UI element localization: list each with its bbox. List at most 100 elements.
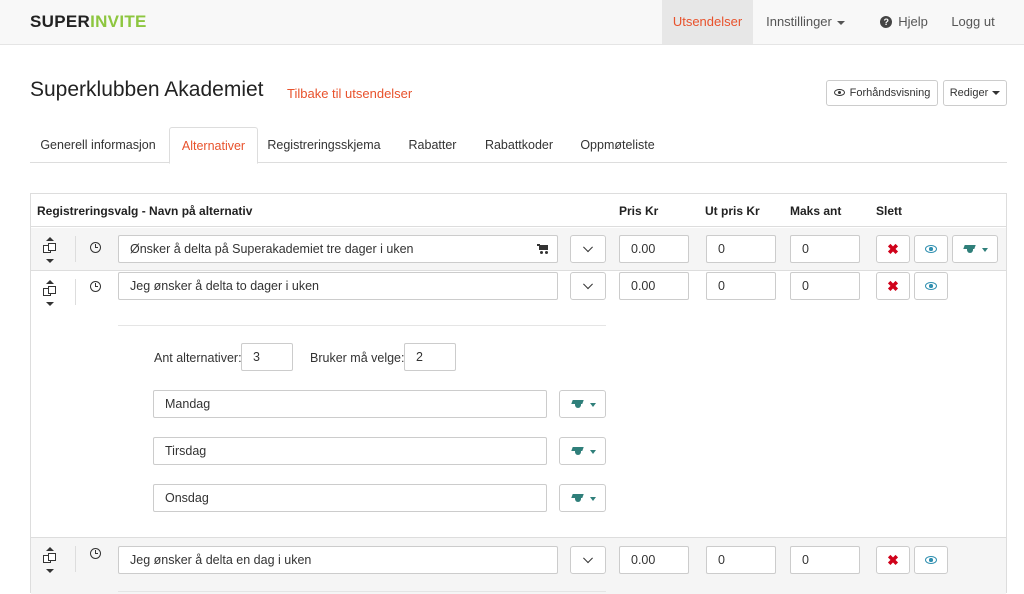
category-dropdown-button[interactable] bbox=[559, 437, 606, 465]
graduation-cap-icon bbox=[571, 446, 585, 456]
chevron-down-icon bbox=[583, 242, 593, 253]
clock-icon[interactable] bbox=[90, 548, 101, 559]
delete-button[interactable]: ✖ bbox=[876, 235, 910, 263]
table-row: Jeg ønsker å delta to dager i uken 0.00 … bbox=[31, 271, 1006, 313]
option-name-value: Ønsker å delta på Superakademiet tre dag… bbox=[130, 242, 414, 256]
out-price-input[interactable]: 0 bbox=[706, 235, 776, 263]
logo-text-super: SUPER bbox=[30, 12, 91, 31]
back-link[interactable]: Tilbake til utsendelser bbox=[287, 86, 412, 101]
expand-toggle-button[interactable] bbox=[570, 272, 606, 300]
count-input[interactable]: 3 bbox=[241, 343, 293, 371]
max-count-input[interactable]: 0 bbox=[790, 546, 860, 574]
divider bbox=[75, 279, 76, 305]
question-circle-icon: ? bbox=[880, 15, 893, 28]
expand-toggle-button[interactable] bbox=[570, 546, 606, 574]
max-count-input[interactable]: 0 bbox=[790, 235, 860, 263]
chevron-down-icon bbox=[590, 450, 596, 454]
nav-logg-ut-label: Logg ut bbox=[951, 14, 995, 29]
preview-button[interactable]: Forhåndsvisning bbox=[826, 80, 938, 106]
price-input[interactable]: 0.00 bbox=[619, 546, 689, 574]
eye-icon bbox=[925, 556, 937, 564]
category-dropdown-button[interactable] bbox=[559, 484, 606, 512]
must-choose-label: Bruker må velge: bbox=[310, 351, 405, 365]
edit-button-label: Rediger bbox=[949, 87, 989, 99]
nav-utsendelser-label: Utsendelser bbox=[672, 14, 743, 29]
header-max: Maks ant bbox=[790, 204, 842, 218]
nav-logg-ut[interactable]: Logg ut bbox=[943, 0, 1003, 44]
table-row: Ønsker å delta på Superakademiet tre dag… bbox=[31, 228, 1006, 270]
nav-hjelp[interactable]: ? Hjelp bbox=[869, 0, 939, 44]
close-icon: ✖ bbox=[887, 278, 899, 294]
divider bbox=[118, 591, 606, 592]
chevron-down-icon bbox=[590, 497, 596, 501]
category-dropdown-button[interactable] bbox=[952, 235, 998, 263]
option-name-input[interactable]: Jeg ønsker å delta en dag i uken bbox=[118, 546, 558, 574]
chevron-down-icon bbox=[992, 91, 1001, 96]
chevron-down-icon bbox=[583, 553, 593, 564]
drag-handle-icon[interactable] bbox=[42, 547, 58, 573]
logo-text-invite: INVITE bbox=[90, 12, 147, 31]
graduation-cap-icon bbox=[571, 493, 585, 503]
nav-utsendelser[interactable]: Utsendelser bbox=[662, 0, 753, 44]
divider bbox=[75, 236, 76, 262]
drag-handle-icon[interactable] bbox=[42, 280, 58, 306]
table-row: Jeg ønsker å delta en dag i uken 0.00 0 … bbox=[31, 538, 1006, 594]
chevron-down-icon bbox=[982, 248, 988, 252]
price-input[interactable]: 0.00 bbox=[619, 235, 689, 263]
chevron-down-icon bbox=[836, 20, 845, 25]
nav-innstillinger-label: Innstillinger bbox=[766, 14, 832, 29]
header-price: Pris Kr bbox=[619, 204, 659, 218]
tab-generell-informasjon[interactable]: Generell informasjon bbox=[30, 127, 166, 163]
option-name-input[interactable]: Ønsker å delta på Superakademiet tre dag… bbox=[118, 235, 558, 263]
chevron-down-icon bbox=[590, 403, 596, 407]
delete-button[interactable]: ✖ bbox=[876, 546, 910, 574]
price-input[interactable]: 0.00 bbox=[619, 272, 689, 300]
graduation-cap-icon bbox=[571, 399, 585, 409]
visibility-button[interactable] bbox=[914, 546, 948, 574]
out-price-input[interactable]: 0 bbox=[706, 272, 776, 300]
tab-alternativer[interactable]: Alternativer bbox=[169, 127, 258, 164]
eye-icon bbox=[925, 282, 937, 290]
max-count-input[interactable]: 0 bbox=[790, 272, 860, 300]
visibility-button[interactable] bbox=[914, 272, 948, 300]
sub-option-input[interactable]: Tirsdag bbox=[153, 437, 547, 465]
close-icon: ✖ bbox=[887, 241, 899, 257]
nav-hjelp-label: Hjelp bbox=[898, 14, 928, 29]
sub-option-input[interactable]: Mandag bbox=[153, 390, 547, 418]
header-name: Registreringsvalg - Navn på alternativ bbox=[37, 204, 253, 218]
header-delete: Slett bbox=[876, 204, 903, 218]
page-title: Superklubben Akademiet bbox=[30, 78, 264, 101]
close-icon: ✖ bbox=[887, 552, 899, 568]
tab-oppmoteliste[interactable]: Oppmøteliste bbox=[570, 127, 665, 163]
sub-option-input[interactable]: Onsdag bbox=[153, 484, 547, 512]
logo[interactable]: SUPERINVITE bbox=[30, 12, 147, 32]
cart-icon bbox=[537, 244, 548, 254]
clock-icon[interactable] bbox=[90, 242, 101, 253]
edit-dropdown-button[interactable]: Rediger bbox=[943, 80, 1007, 106]
tab-rabatter[interactable]: Rabatter bbox=[396, 127, 469, 163]
table-header: Registreringsvalg - Navn på alternativ P… bbox=[31, 194, 1006, 227]
divider bbox=[118, 325, 606, 326]
graduation-cap-icon bbox=[963, 244, 977, 254]
eye-icon bbox=[833, 88, 845, 96]
header-out-price: Ut pris Kr bbox=[705, 204, 760, 218]
tab-registreringsskjema[interactable]: Registreringsskjema bbox=[262, 127, 386, 163]
drag-handle-icon[interactable] bbox=[42, 237, 58, 263]
out-price-input[interactable]: 0 bbox=[706, 546, 776, 574]
must-choose-input[interactable]: 2 bbox=[404, 343, 456, 371]
nav-innstillinger[interactable]: Innstillinger bbox=[753, 0, 858, 44]
tab-rabattkoder[interactable]: Rabattkoder bbox=[474, 127, 564, 163]
count-label: Ant alternativer: bbox=[154, 351, 242, 365]
preview-button-label: Forhåndsvisning bbox=[849, 87, 931, 99]
visibility-button[interactable] bbox=[914, 235, 948, 263]
category-dropdown-button[interactable] bbox=[559, 390, 606, 418]
clock-icon[interactable] bbox=[90, 281, 101, 292]
chevron-down-icon bbox=[583, 279, 593, 290]
expand-toggle-button[interactable] bbox=[570, 235, 606, 263]
tab-bar: Generell informasjon Alternativer Regist… bbox=[30, 127, 1007, 164]
option-name-input[interactable]: Jeg ønsker å delta to dager i uken bbox=[118, 272, 558, 300]
delete-button[interactable]: ✖ bbox=[876, 272, 910, 300]
divider bbox=[75, 546, 76, 572]
options-table: Registreringsvalg - Navn på alternativ P… bbox=[30, 193, 1007, 594]
eye-icon bbox=[925, 245, 937, 253]
